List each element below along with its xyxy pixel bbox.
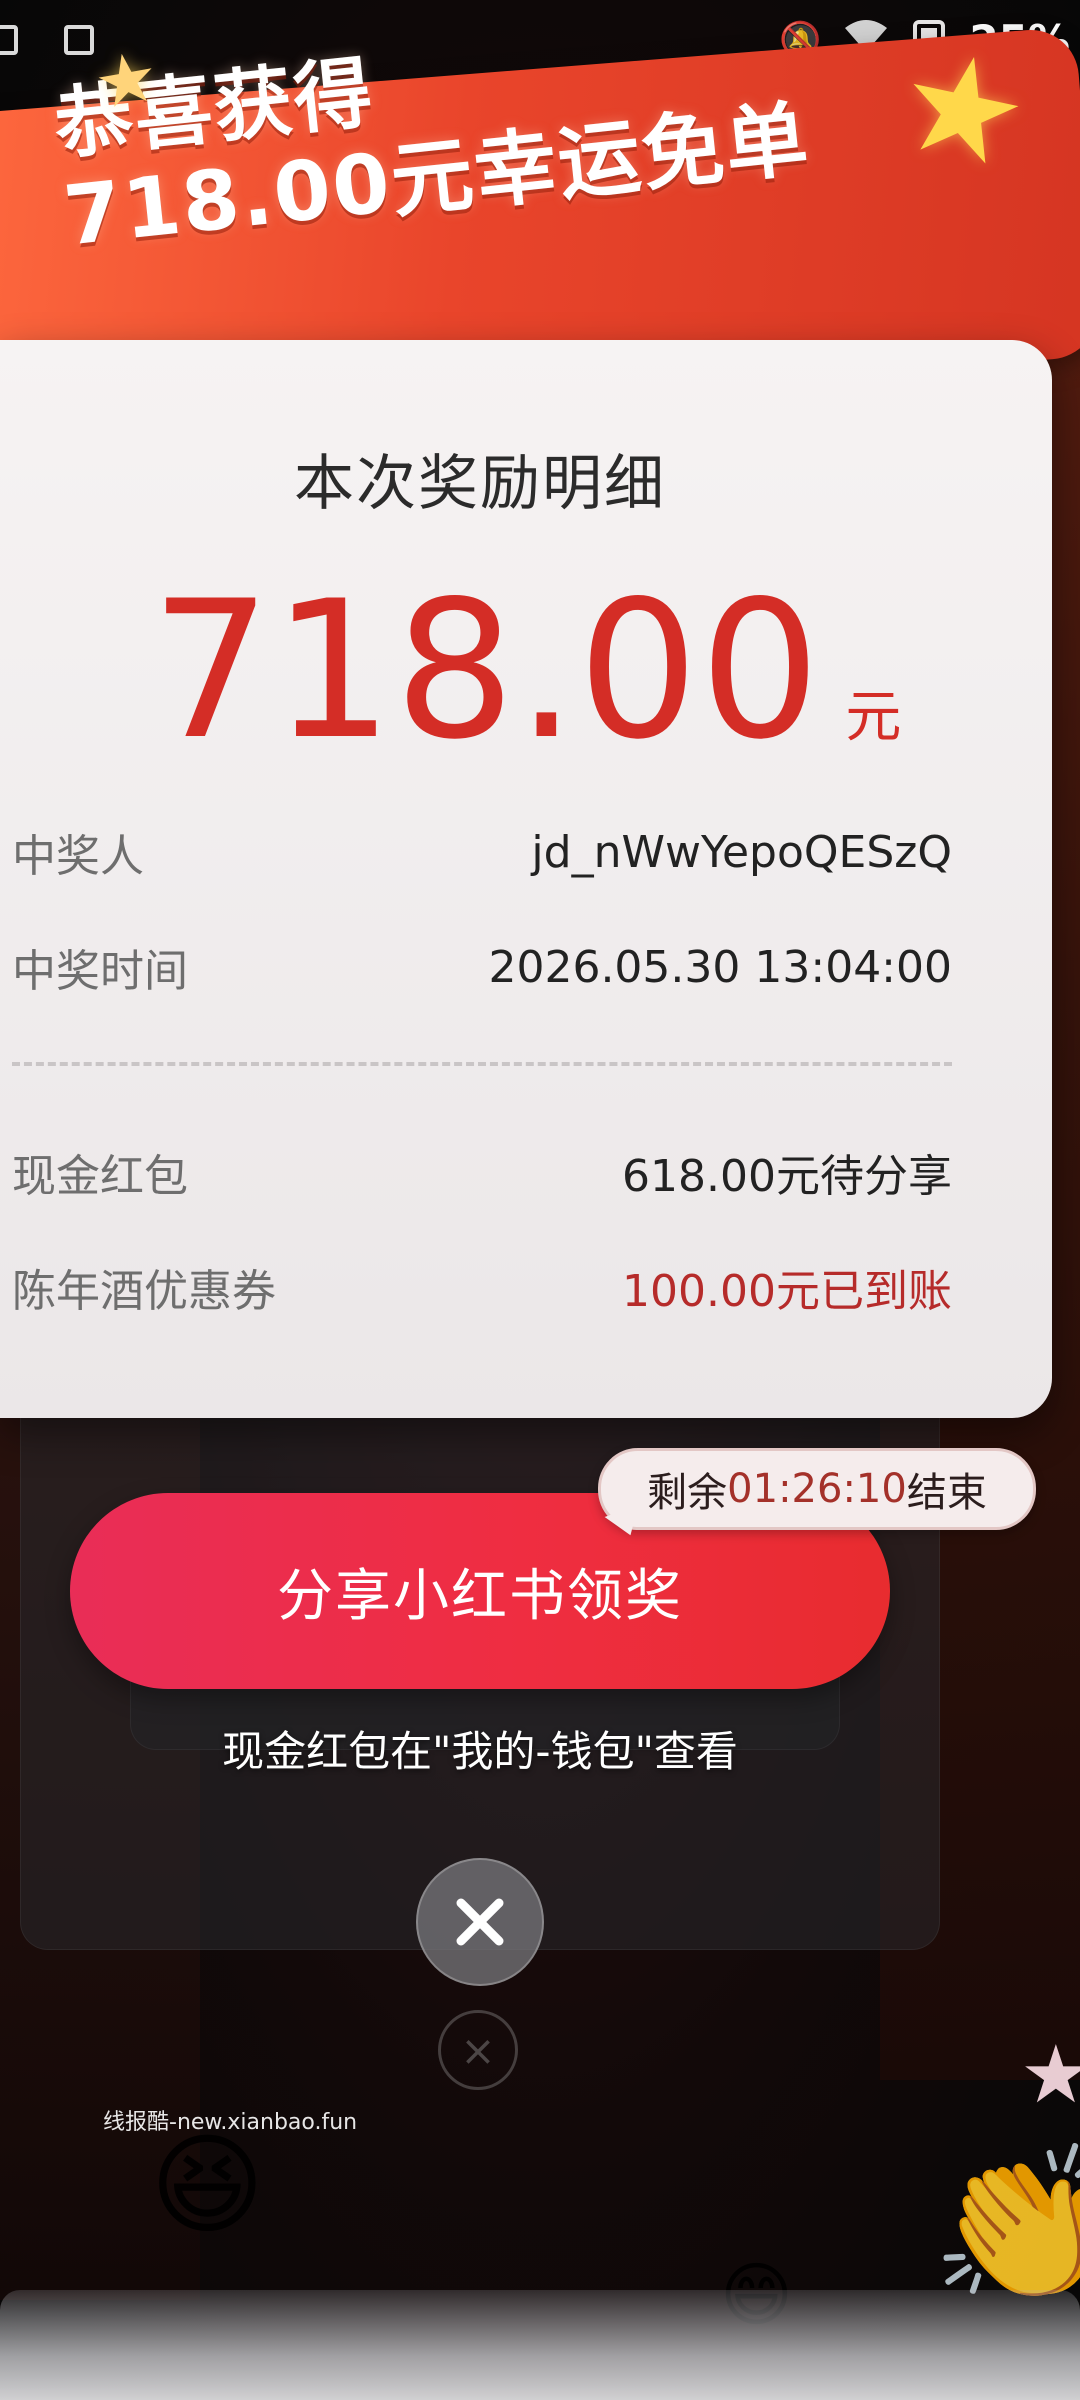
watermark: 线报酷-new.xianbao.fun bbox=[103, 2110, 358, 2135]
winner-value: jd_nWwYepoQESzQ bbox=[531, 826, 952, 878]
countdown-prefix: 剩余 bbox=[647, 1470, 728, 1516]
win-time-row: 中奖时间 2026.05.30 13:04:00 bbox=[12, 935, 952, 999]
cash-red-packet-value: 618.00元待分享 bbox=[622, 1151, 952, 1202]
star-icon: ★ bbox=[1020, 2028, 1080, 2121]
close-button[interactable] bbox=[416, 1858, 544, 1986]
star-icon: ★ bbox=[88, 34, 165, 126]
dashed-divider bbox=[12, 1062, 952, 1066]
reward-detail-card: 本次奖励明细 718.00 元 中奖人 jd_nWwYepoQESzQ 中奖时间 … bbox=[0, 340, 1052, 1418]
win-time-label: 中奖时间 bbox=[12, 946, 188, 997]
win-time-value: 2026.05.30 13:04:00 bbox=[488, 941, 952, 993]
cash-red-packet-row: 现金红包 618.00元待分享 bbox=[12, 1140, 952, 1204]
liquor-coupon-label: 陈年酒优惠券 bbox=[12, 1266, 276, 1317]
cash-red-packet-label: 现金红包 bbox=[12, 1151, 188, 1202]
bottom-bar bbox=[0, 2290, 1080, 2400]
clapping-hands-icon: 👏 bbox=[930, 2138, 1080, 2312]
amount-value: 718.00 bbox=[150, 560, 822, 781]
background-close-icon: × bbox=[438, 2010, 518, 2090]
reward-amount: 718.00 元 bbox=[0, 560, 1052, 781]
liquor-coupon-row: 陈年酒优惠券 100.00元已到账 bbox=[12, 1255, 952, 1319]
laughing-emoji-icon: 😆 bbox=[150, 2121, 265, 2249]
close-icon bbox=[456, 1898, 504, 1946]
wallet-hint-text: 现金红包在"我的-钱包"查看 bbox=[222, 1727, 738, 1776]
card-title: 本次奖励明细 bbox=[294, 449, 666, 519]
reward-popup-screen: 🔕 25% 恭喜获得 718.00元幸运免单 ★ ★ 本次奖励明细 718.00… bbox=[0, 0, 1080, 2400]
countdown-time: 01:26:10 bbox=[727, 1466, 907, 1512]
liquor-coupon-value: 100.00元已到账 bbox=[622, 1266, 952, 1317]
winner-row: 中奖人 jd_nWwYepoQESzQ bbox=[12, 820, 952, 884]
gallery-icon bbox=[0, 25, 18, 55]
countdown-suffix: 结束 bbox=[906, 1470, 987, 1516]
amount-unit: 元 bbox=[845, 685, 902, 750]
status-left bbox=[0, 25, 94, 55]
winner-label: 中奖人 bbox=[12, 831, 144, 882]
countdown-badge: 剩余 01:26:10 结束 bbox=[598, 1448, 1036, 1530]
